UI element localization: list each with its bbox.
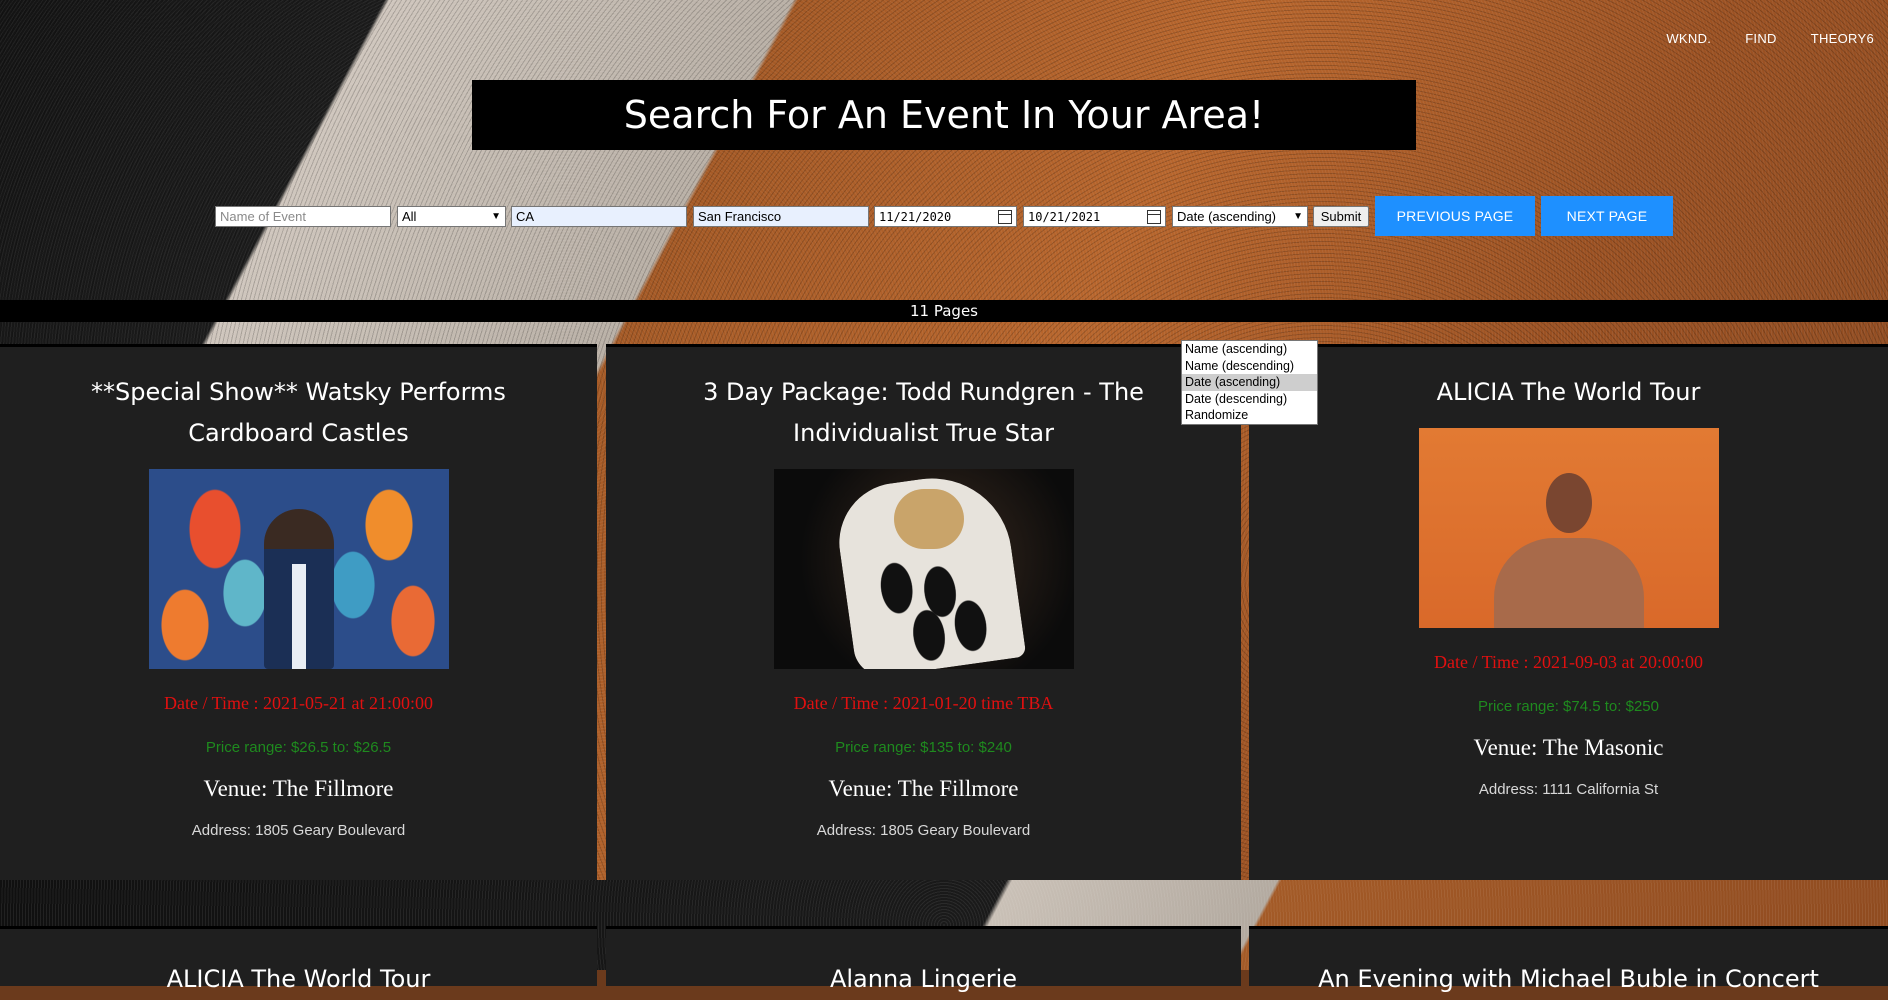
event-card[interactable]: Alanna Lingerie bbox=[606, 926, 1241, 993]
event-card[interactable]: 3 Day Package: Todd Rundgren - The Indiv… bbox=[606, 344, 1241, 880]
submit-button[interactable]: Submit bbox=[1313, 206, 1369, 227]
event-address: Address: 1805 Geary Boulevard bbox=[191, 822, 406, 839]
city-input[interactable]: San Francisco bbox=[693, 206, 869, 227]
start-date-input[interactable]: 11/21/2020 bbox=[874, 206, 1017, 227]
sort-select-value: Date (ascending) bbox=[1177, 209, 1276, 224]
event-venue: Venue: The Masonic bbox=[1473, 735, 1664, 760]
event-venue: Venue: The Fillmore bbox=[828, 776, 1019, 801]
event-card[interactable]: ALICIA The World Tour bbox=[0, 926, 597, 993]
event-title[interactable]: ALICIA The World Tour bbox=[1249, 372, 1888, 413]
nav-find[interactable]: FIND bbox=[1745, 31, 1777, 46]
end-date-input[interactable]: 10/21/2021 bbox=[1023, 206, 1166, 227]
top-nav: WKND. FIND THEORY6 bbox=[1666, 31, 1874, 46]
sort-option[interactable]: Randomize bbox=[1182, 407, 1317, 424]
sort-option-selected[interactable]: Date (ascending) bbox=[1182, 374, 1317, 391]
sort-option[interactable]: Date (descending) bbox=[1182, 391, 1317, 408]
event-image bbox=[148, 469, 449, 669]
event-price: Price range: $74.5 to: $250 bbox=[1478, 698, 1659, 715]
page-count-bar: 11 Pages bbox=[0, 300, 1888, 322]
sort-option[interactable]: Name (ascending) bbox=[1182, 341, 1317, 358]
event-price: Price range: $26.5 to: $26.5 bbox=[205, 739, 392, 756]
next-page-button[interactable]: NEXT PAGE bbox=[1541, 196, 1673, 236]
event-title[interactable]: **Special Show** Watsky Performs Cardboa… bbox=[0, 372, 597, 454]
event-datetime: Date / Time : 2021-05-21 at 21:00:00 bbox=[164, 693, 433, 713]
category-select-value: All bbox=[402, 209, 417, 224]
nav-theory6[interactable]: THEORY6 bbox=[1811, 31, 1874, 46]
sort-select[interactable]: Date (ascending) ▼ bbox=[1172, 206, 1308, 227]
nav-wknd[interactable]: WKND. bbox=[1666, 31, 1711, 46]
event-datetime: Date / Time : 2021-09-03 at 20:00:00 bbox=[1434, 652, 1703, 672]
event-price: Price range: $135 to: $240 bbox=[835, 739, 1012, 756]
end-date-value: 10/21/2021 bbox=[1028, 209, 1101, 224]
previous-page-button[interactable]: PREVIOUS PAGE bbox=[1375, 196, 1535, 236]
sort-dropdown-list: Name (ascending) Name (descending) Date … bbox=[1181, 340, 1318, 425]
page-title: Search For An Event In Your Area! bbox=[472, 80, 1416, 150]
sort-option[interactable]: Name (descending) bbox=[1182, 358, 1317, 375]
event-card[interactable]: **Special Show** Watsky Performs Cardboa… bbox=[0, 344, 597, 880]
start-date-value: 11/21/2020 bbox=[879, 209, 952, 224]
category-select[interactable]: All ▼ bbox=[397, 206, 506, 227]
event-title[interactable]: Alanna Lingerie bbox=[606, 959, 1241, 1000]
calendar-icon[interactable] bbox=[998, 209, 1012, 224]
calendar-icon[interactable] bbox=[1147, 209, 1161, 224]
event-title[interactable]: An Evening with Michael Buble in Concert bbox=[1249, 959, 1888, 1000]
event-image bbox=[1418, 428, 1719, 628]
event-card[interactable]: ALICIA The World Tour Date / Time : 2021… bbox=[1249, 344, 1888, 880]
event-title[interactable]: 3 Day Package: Todd Rundgren - The Indiv… bbox=[606, 372, 1241, 454]
chevron-down-icon: ▼ bbox=[491, 211, 501, 222]
event-venue: Venue: The Fillmore bbox=[203, 776, 394, 801]
event-address: Address: 1111 California St bbox=[1478, 781, 1659, 798]
search-form: Name of Event All ▼ CA San Francisco 11/… bbox=[0, 196, 1888, 236]
chevron-down-icon: ▼ bbox=[1293, 211, 1303, 222]
state-input[interactable]: CA bbox=[511, 206, 687, 227]
event-title[interactable]: ALICIA The World Tour bbox=[0, 959, 597, 1000]
event-datetime: Date / Time : 2021-01-20 time TBA bbox=[793, 693, 1054, 713]
event-card[interactable]: An Evening with Michael Buble in Concert bbox=[1249, 926, 1888, 993]
event-name-input[interactable]: Name of Event bbox=[215, 206, 391, 227]
event-image bbox=[773, 469, 1074, 669]
event-address: Address: 1805 Geary Boulevard bbox=[816, 822, 1031, 839]
